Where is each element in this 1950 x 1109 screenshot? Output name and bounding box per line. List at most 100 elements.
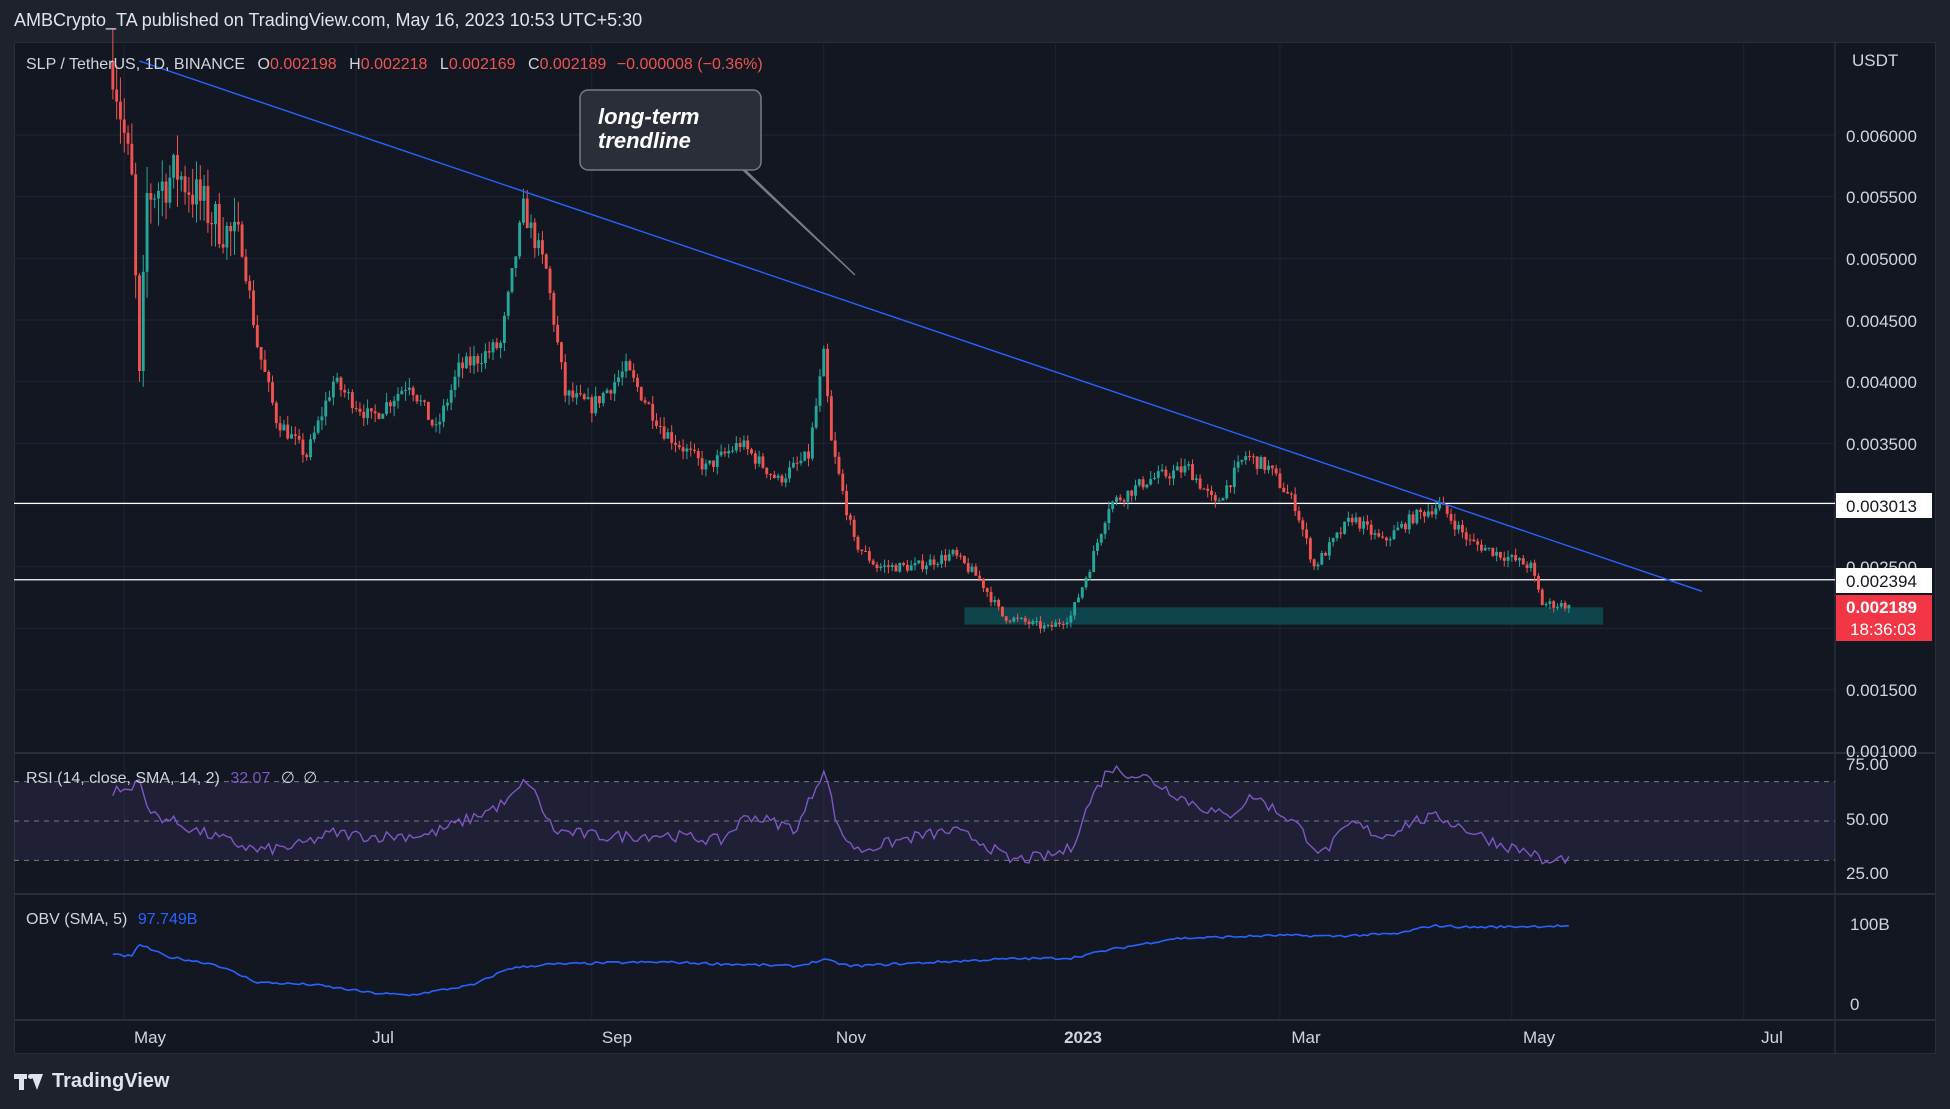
candle-body [1035, 621, 1039, 623]
price-tick: 0.004500 [1846, 312, 1917, 331]
candle-body [1445, 504, 1449, 514]
candle-body [1202, 488, 1206, 490]
candle-body [1073, 602, 1077, 616]
candle-body [712, 460, 715, 467]
candle-body [818, 376, 822, 406]
candle-body [1198, 478, 1202, 489]
candle-body [1000, 606, 1004, 617]
candle-body [1046, 624, 1050, 626]
candle-body [126, 132, 130, 144]
candle-body [130, 143, 134, 175]
candle-body [145, 192, 149, 272]
candle-body [696, 451, 700, 459]
candle-body [255, 325, 259, 348]
candle-body [544, 254, 548, 269]
candle-body [1384, 537, 1388, 541]
candle-body [746, 440, 750, 450]
candle-body [297, 435, 301, 440]
candle-body [905, 564, 909, 571]
candle-body [1099, 534, 1103, 543]
candle-body [301, 439, 305, 455]
candle-body [343, 389, 347, 393]
candle-body [643, 400, 647, 403]
candle-body [1301, 520, 1305, 530]
candle-body [799, 460, 803, 464]
time-tick: Sep [602, 1028, 632, 1047]
candle-body [624, 361, 628, 372]
candle-body [1491, 547, 1495, 556]
level-2-label: 0.002394 [1846, 572, 1917, 591]
candle-body [385, 402, 389, 414]
candle-body [609, 390, 613, 394]
candle-body [377, 413, 381, 419]
candle-body [195, 179, 198, 205]
candle-body [677, 444, 681, 448]
candle-body [138, 275, 141, 372]
candle-body [658, 425, 662, 427]
candle-body [1187, 464, 1191, 466]
candle-body [1327, 542, 1331, 556]
candle-body [978, 575, 982, 579]
candle-body [845, 490, 849, 516]
candle-body [890, 565, 894, 568]
candle-body [1312, 559, 1316, 567]
candle-body [617, 377, 620, 383]
candle-body [1331, 538, 1335, 543]
candle-body [240, 224, 244, 257]
candle-body [506, 291, 510, 316]
candle-body [252, 290, 255, 326]
chart-svg[interactable]: long-term trendline SLP / TetherUS, 1D, … [0, 0, 1950, 1109]
candle-body [426, 401, 430, 420]
candle-body [1381, 536, 1385, 538]
candle-body [928, 559, 932, 566]
tradingview-logo-icon [14, 1071, 44, 1093]
candle-body [1194, 478, 1198, 481]
candle-body [176, 155, 179, 180]
candle-body [309, 439, 312, 458]
price-tick: 0.005500 [1846, 188, 1917, 207]
candle-body [483, 351, 487, 364]
candle-body [1529, 562, 1533, 569]
candle-body [305, 454, 309, 458]
candle-body [1080, 587, 1084, 598]
candle-body [331, 381, 335, 398]
candle-body [316, 420, 320, 433]
candle-body [1134, 485, 1137, 496]
candle-body [788, 467, 791, 479]
candle-body [898, 562, 902, 572]
candle-body [1567, 605, 1571, 609]
candle-body [723, 451, 727, 454]
tradingview-footer[interactable]: TradingView [14, 1070, 169, 1093]
candle-body [841, 473, 845, 491]
candle-body [221, 244, 225, 248]
candle-body [769, 474, 772, 476]
candle-body [461, 362, 465, 369]
candle-body [1118, 497, 1122, 501]
candle-body [434, 424, 438, 426]
candle-body [708, 460, 712, 464]
candle-body [1305, 529, 1309, 539]
candle-body [1525, 564, 1529, 569]
candle-body [487, 351, 491, 353]
candle-body [966, 563, 970, 572]
candle-body [1320, 553, 1324, 565]
candle-body [1251, 456, 1255, 458]
candle-body [962, 556, 966, 564]
candle-body [514, 256, 518, 269]
price-axis: USDT 0.006000 0.005500 0.005000 0.004500… [1836, 51, 1932, 1014]
candle-body [742, 440, 746, 448]
candle-body [160, 181, 164, 191]
candle-body [1042, 625, 1046, 629]
candle-body [1506, 556, 1510, 561]
candle-body [445, 402, 449, 406]
candle-body [407, 387, 411, 390]
callout-line-1: long-term [598, 104, 699, 129]
candle-body [1286, 491, 1290, 494]
candle-body [499, 343, 503, 349]
candle-body [400, 390, 404, 395]
candle-body [548, 268, 552, 294]
candle-body [153, 198, 157, 200]
candle-body [210, 223, 214, 225]
candle-body [1267, 465, 1270, 471]
candle-body [1346, 517, 1350, 522]
